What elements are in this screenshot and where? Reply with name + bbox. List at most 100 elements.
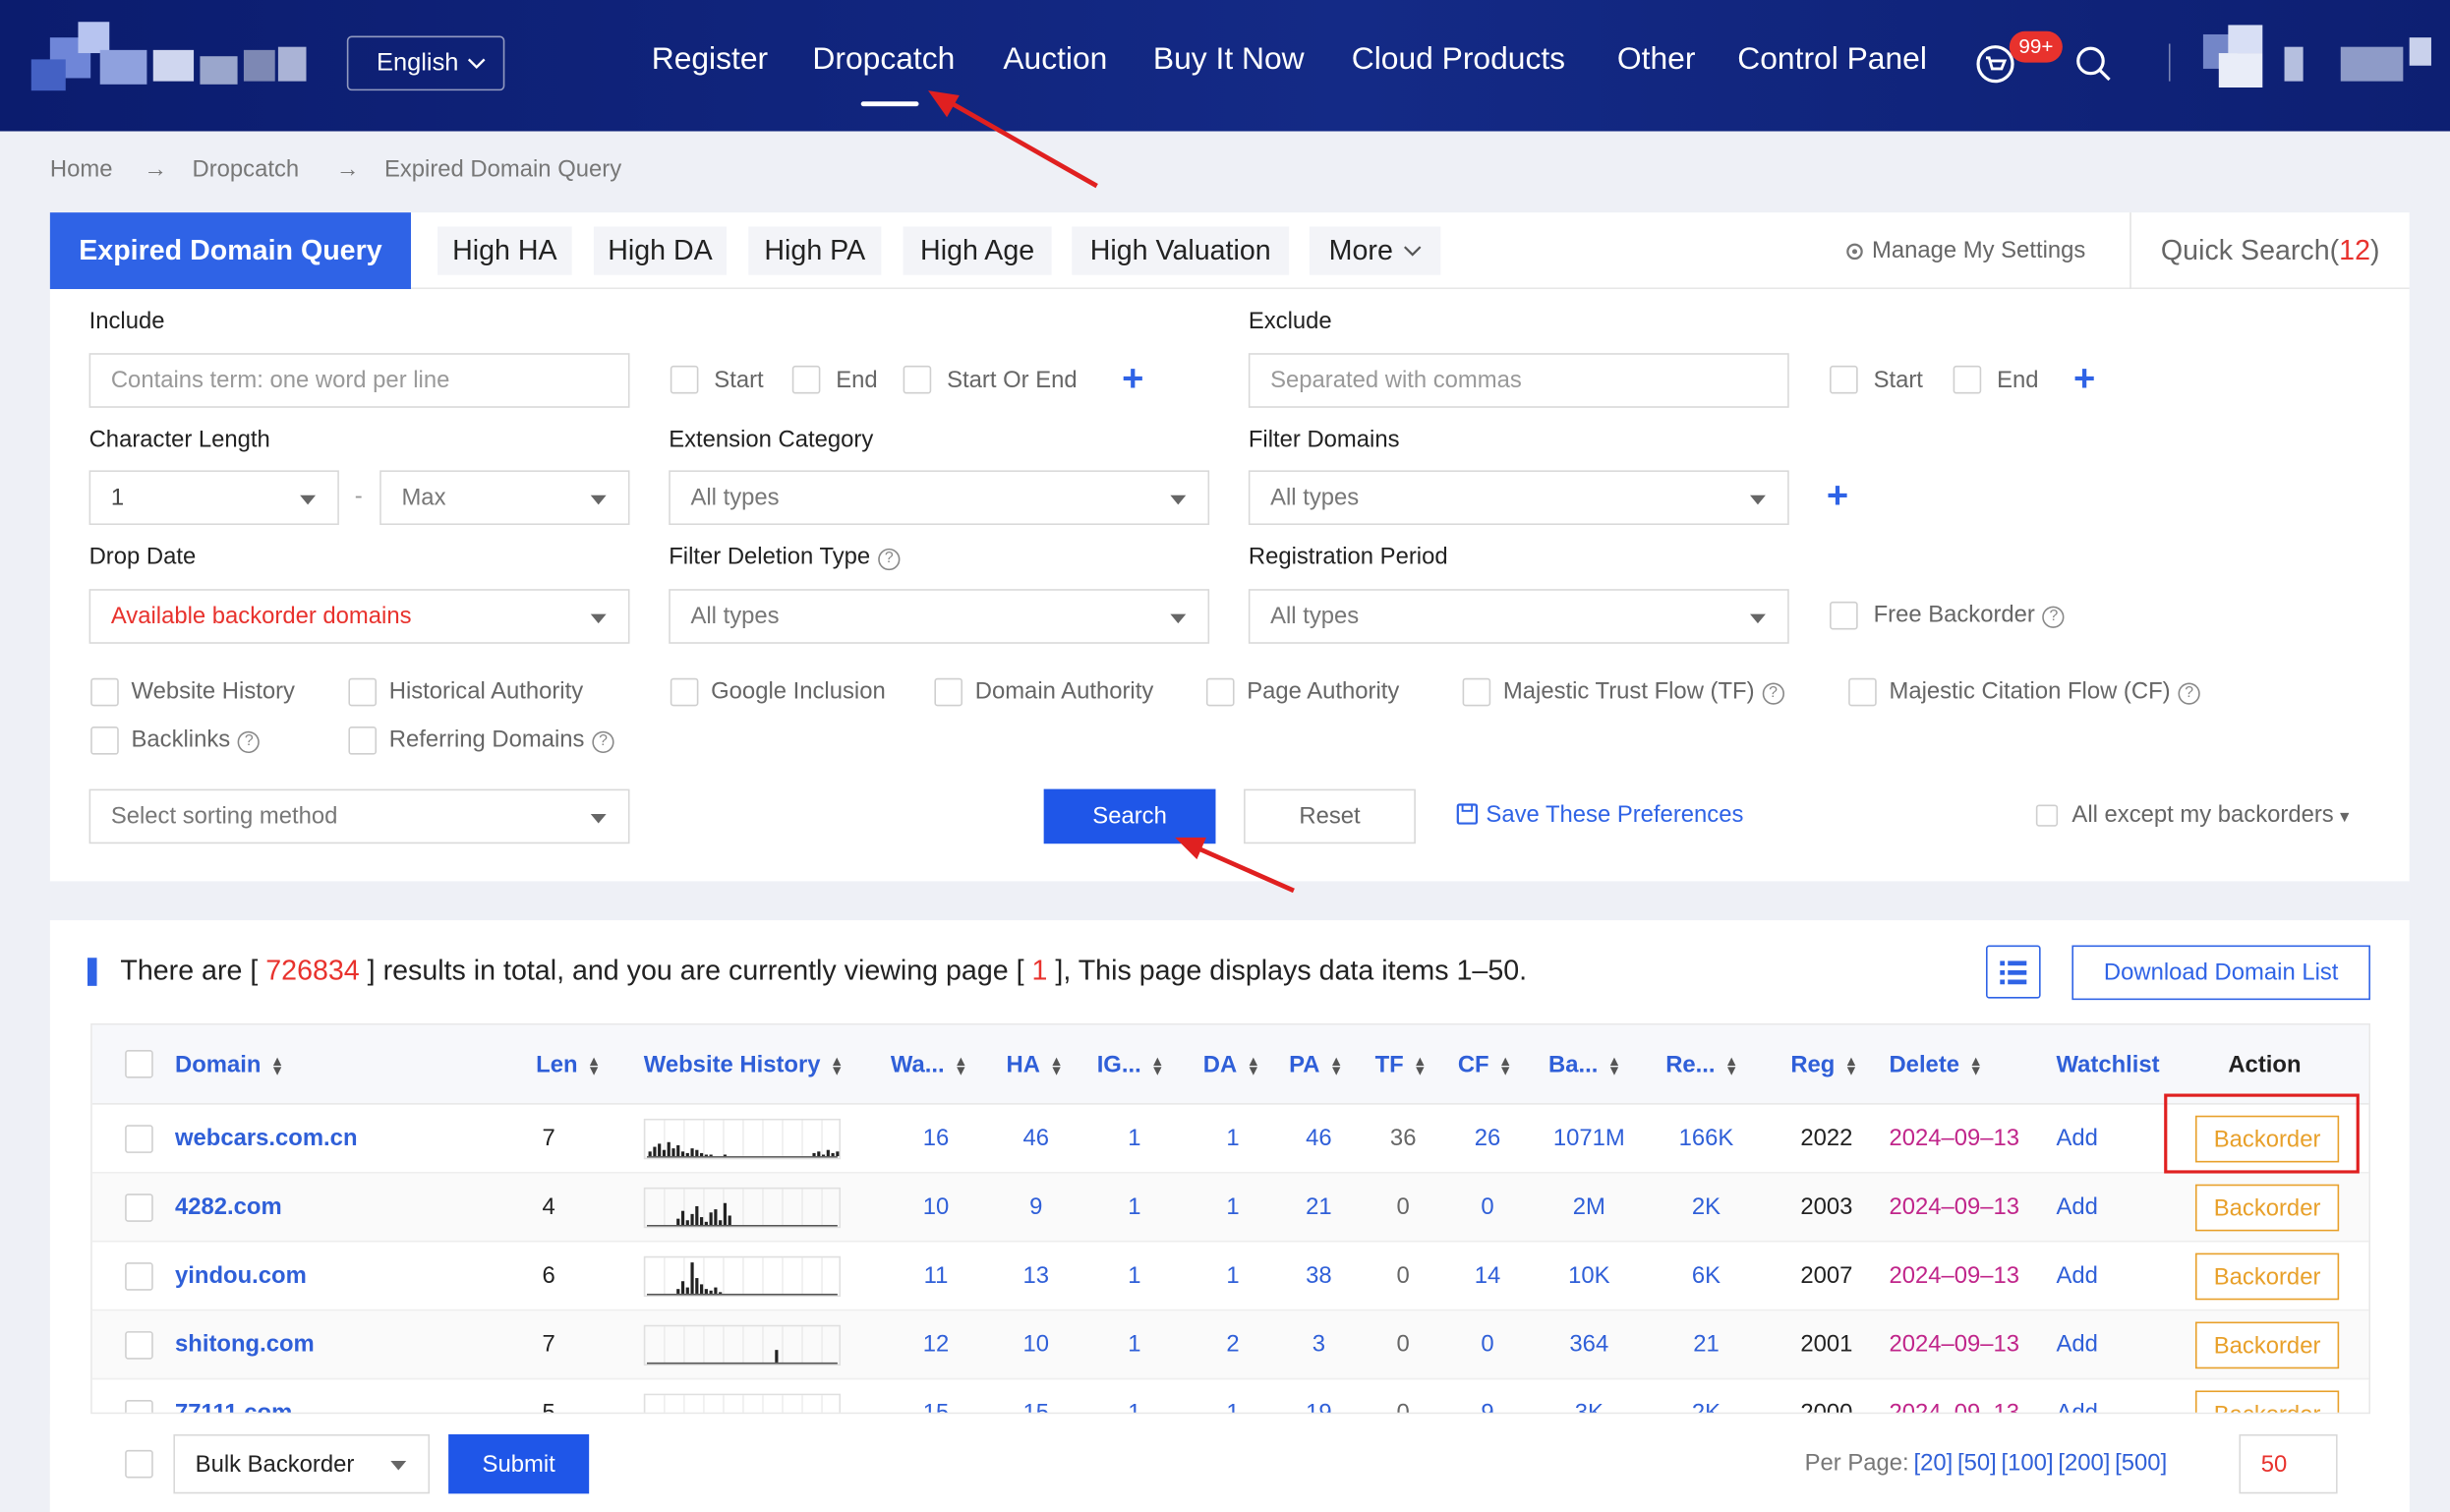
nav-other[interactable]: Other: [1617, 42, 1696, 79]
per-page-200[interactable]: [200]: [2058, 1450, 2110, 1477]
bulk-action-select[interactable]: Bulk Backorder: [173, 1433, 431, 1494]
exclude-end-checkbox[interactable]: [1953, 365, 1982, 394]
help-icon[interactable]: ?: [2042, 606, 2066, 628]
submit-button[interactable]: Submit: [448, 1433, 590, 1494]
col-pa[interactable]: PA ▲ ▼: [1289, 1052, 1343, 1078]
tab-expired-domain-query[interactable]: Expired Domain Query: [49, 212, 411, 290]
include-start-or-end-checkbox[interactable]: [903, 365, 932, 394]
backorder-button[interactable]: Backorder: [2194, 1252, 2340, 1301]
drop-date-select[interactable]: Available backorder domains: [88, 589, 630, 644]
help-icon[interactable]: ?: [878, 548, 901, 571]
help-icon[interactable]: ?: [2178, 682, 2200, 705]
free-backorder-checkbox[interactable]: [1830, 601, 1858, 630]
tab-high-age[interactable]: High Age: [903, 226, 1052, 275]
sorting-method-select[interactable]: Select sorting method: [88, 788, 630, 844]
search-icon[interactable]: [2075, 45, 2113, 83]
breadcrumb-dropcatch[interactable]: Dropcatch: [192, 156, 299, 183]
col-len[interactable]: Len ▲ ▼: [536, 1052, 601, 1078]
majestic-tf-checkbox[interactable]: [1462, 677, 1491, 707]
tab-high-pa[interactable]: High PA: [748, 226, 882, 275]
cell-watch[interactable]: Add: [2057, 1262, 2098, 1289]
row-checkbox[interactable]: [125, 1193, 153, 1222]
save-preferences-link[interactable]: Save These Preferences: [1456, 801, 1743, 828]
per-page-100[interactable]: [100]: [2002, 1450, 2054, 1477]
col-re[interactable]: Re... ▲ ▼: [1665, 1052, 1738, 1078]
registration-period-select[interactable]: All types: [1248, 589, 1789, 644]
nav-buy-it-now[interactable]: Buy It Now: [1153, 42, 1305, 79]
google-inclusion-checkbox[interactable]: [670, 677, 699, 707]
nav-auction[interactable]: Auction: [1003, 42, 1107, 79]
col-da[interactable]: DA ▲ ▼: [1203, 1052, 1260, 1078]
row-checkbox[interactable]: [125, 1331, 153, 1360]
per-page-50[interactable]: [50]: [1957, 1450, 1997, 1477]
row-checkbox[interactable]: [125, 1400, 153, 1413]
website-history-checkbox[interactable]: [90, 677, 119, 707]
include-end-checkbox[interactable]: [791, 365, 821, 394]
manage-settings-link[interactable]: Manage My Settings: [1843, 238, 2085, 264]
historical-authority-checkbox[interactable]: [348, 677, 378, 707]
col-cf[interactable]: CF ▲ ▼: [1458, 1052, 1513, 1078]
row-checkbox[interactable]: [125, 1262, 153, 1291]
language-selector[interactable]: English: [346, 35, 505, 91]
website-history-sparkline[interactable]: [643, 1393, 842, 1413]
nav-control-panel[interactable]: Control Panel: [1737, 42, 1927, 79]
domain-link[interactable]: webcars.com.cn: [175, 1125, 358, 1151]
col-delete[interactable]: Delete ▲ ▼: [1889, 1052, 1982, 1078]
tab-high-ha[interactable]: High HA: [438, 226, 572, 275]
domain-authority-checkbox[interactable]: [934, 677, 963, 707]
deletion-type-select[interactable]: All types: [669, 589, 1210, 644]
breadcrumb-home[interactable]: Home: [50, 156, 113, 183]
backlinks-checkbox[interactable]: [90, 727, 119, 755]
page-authority-checkbox[interactable]: [1205, 677, 1235, 707]
backorder-button[interactable]: Backorder: [2194, 1184, 2340, 1232]
col-domain[interactable]: Domain ▲ ▼: [175, 1052, 284, 1078]
cell-watch[interactable]: Add: [2057, 1400, 2098, 1413]
domain-link[interactable]: 4282.com: [175, 1193, 282, 1220]
col-ba[interactable]: Ba... ▲ ▼: [1548, 1052, 1621, 1078]
col-ha[interactable]: HA ▲ ▼: [1007, 1052, 1064, 1078]
nav-dropcatch[interactable]: Dropcatch: [812, 42, 955, 79]
char-length-max-select[interactable]: Max: [379, 470, 630, 526]
backorder-button[interactable]: Backorder: [2194, 1390, 2340, 1413]
except-my-backorders-label[interactable]: All except my backorders ▼: [2071, 801, 2352, 828]
col-reg[interactable]: Reg ▲ ▼: [1790, 1052, 1858, 1078]
cell-watch[interactable]: Add: [2057, 1125, 2098, 1151]
user-avatar[interactable]: [2202, 25, 2437, 99]
include-start-checkbox[interactable]: [670, 365, 699, 394]
col-ig[interactable]: IG... ▲ ▼: [1097, 1052, 1165, 1078]
add-filter-domain-plus-icon[interactable]: +: [1827, 478, 1848, 515]
select-all-checkbox[interactable]: [125, 1050, 153, 1078]
include-input[interactable]: Contains term: one word per line: [88, 353, 630, 408]
cell-watch[interactable]: Add: [2057, 1331, 2098, 1358]
except-my-backorders-checkbox[interactable]: [2035, 804, 2059, 827]
cell-watch[interactable]: Add: [2057, 1193, 2098, 1220]
domain-link[interactable]: shitong.com: [175, 1331, 315, 1358]
help-icon[interactable]: ?: [238, 730, 261, 754]
add-exclude-plus-icon[interactable]: +: [2073, 360, 2095, 398]
website-history-sparkline[interactable]: [643, 1187, 842, 1229]
domain-link[interactable]: 77111.com: [175, 1400, 292, 1413]
row-checkbox[interactable]: [125, 1125, 153, 1153]
list-view-icon[interactable]: [1986, 945, 2041, 999]
website-history-sparkline[interactable]: [643, 1255, 842, 1298]
tab-high-da[interactable]: High DA: [593, 226, 728, 275]
tab-high-valuation[interactable]: High Valuation: [1072, 226, 1290, 275]
add-include-plus-icon[interactable]: +: [1122, 360, 1143, 398]
col-wa[interactable]: Wa... ▲ ▼: [891, 1052, 967, 1078]
extension-category-select[interactable]: All types: [669, 470, 1210, 526]
help-icon[interactable]: ?: [1762, 682, 1784, 705]
quick-search-tab[interactable]: Quick Search(12): [2129, 212, 2409, 290]
website-history-sparkline[interactable]: [643, 1324, 842, 1367]
bulk-select-checkbox[interactable]: [125, 1449, 153, 1479]
exclude-start-checkbox[interactable]: [1830, 365, 1858, 394]
per-page-input[interactable]: 50: [2239, 1433, 2338, 1494]
nav-register[interactable]: Register: [652, 42, 768, 79]
per-page-500[interactable]: [500]: [2115, 1450, 2167, 1477]
download-domain-list-button[interactable]: Download Domain List: [2071, 945, 2370, 1001]
filter-domains-select[interactable]: All types: [1248, 470, 1789, 526]
domain-link[interactable]: yindou.com: [175, 1262, 307, 1289]
exclude-input[interactable]: Separated with commas: [1248, 353, 1789, 408]
backorder-button[interactable]: Backorder: [2194, 1321, 2340, 1369]
per-page-20[interactable]: [20]: [1913, 1450, 1953, 1477]
nav-cloud-products[interactable]: Cloud Products: [1352, 42, 1565, 79]
